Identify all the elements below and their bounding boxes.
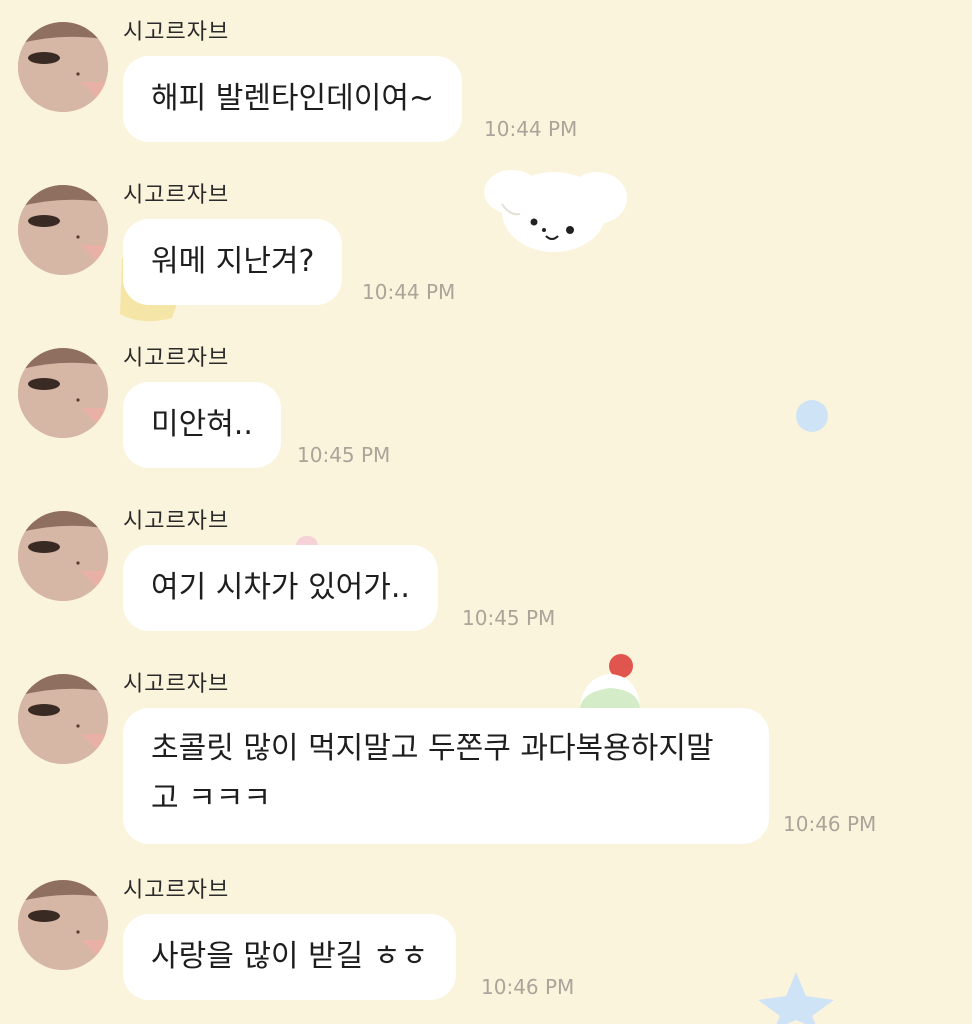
message-time: 10:44 PM xyxy=(362,280,456,304)
message-time: 10:46 PM xyxy=(783,812,877,836)
blue-dot-icon xyxy=(796,400,828,432)
avatar[interactable] xyxy=(18,185,108,275)
sender-name: 시고르자브 xyxy=(123,183,230,208)
sender-name: 시고르자브 xyxy=(123,878,230,903)
sender-name: 시고르자브 xyxy=(123,672,230,697)
avatar[interactable] xyxy=(18,22,108,112)
star-sticker-icon xyxy=(758,972,834,1024)
puppy-sticker-icon xyxy=(484,170,627,252)
message-bubble[interactable]: 초콜릿 많이 먹지말고 두쫀쿠 과다복용하지말고 ㅋㅋㅋ xyxy=(123,708,769,844)
message-bubble[interactable]: 미안혀.. xyxy=(123,382,281,468)
message-time: 10:45 PM xyxy=(297,443,391,467)
avatar[interactable] xyxy=(18,511,108,601)
message-bubble[interactable]: 워메 지난겨? xyxy=(123,219,343,305)
sender-name: 시고르자브 xyxy=(123,346,230,371)
avatar[interactable] xyxy=(18,674,108,764)
sender-name: 시고르자브 xyxy=(123,20,230,45)
message-bubble[interactable]: 해피 발렌타인데이여~ xyxy=(123,56,463,142)
cake-sticker-icon xyxy=(580,654,640,708)
avatar[interactable] xyxy=(18,880,108,970)
message-bubble[interactable]: 여기 시차가 있어가.. xyxy=(123,545,438,631)
sender-name: 시고르자브 xyxy=(123,509,230,534)
message-time: 10:45 PM xyxy=(462,606,556,630)
message-time: 10:46 PM xyxy=(481,975,575,999)
avatar[interactable] xyxy=(18,348,108,438)
chat-room[interactable]: 시고르자브 해피 발렌타인데이여~ 10:44 PM 시고르자브 워메 지난겨?… xyxy=(0,0,972,1024)
message-time: 10:44 PM xyxy=(484,117,578,141)
message-bubble[interactable]: 사랑을 많이 받길 ㅎㅎ xyxy=(123,914,457,1000)
